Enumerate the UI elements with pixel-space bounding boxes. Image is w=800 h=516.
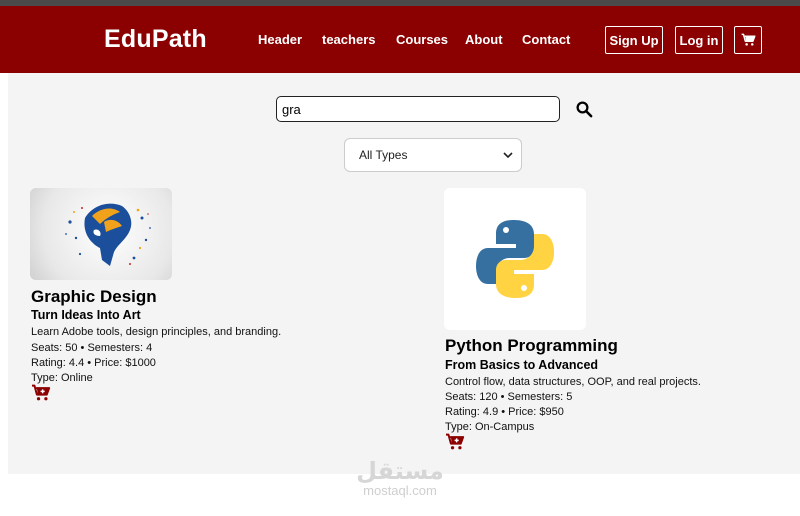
add-to-cart-icon[interactable] [445,433,465,451]
watermark-arabic: مستقل [356,457,444,485]
signup-button[interactable]: Sign Up [605,26,663,54]
course-type: Type: Online [31,372,93,384]
watermark-latin: mostaql.com [363,483,437,498]
nav-link-teachers[interactable]: teachers [322,32,375,47]
course-description: Control flow, data structures, OOP, and … [445,376,701,388]
nav-link-courses[interactable]: Courses [396,32,448,47]
course-seats: Seats: 50 • Semesters: 4 [31,342,153,354]
type-filter-select[interactable]: All Types [344,138,522,172]
course-subtitle: From Basics to Advanced [445,358,599,372]
brand-logo[interactable]: EduPath [104,25,207,54]
search-input[interactable] [276,96,560,122]
course-title: Graphic Design [31,287,157,306]
cart-button[interactable] [734,26,762,54]
nav-link-contact[interactable]: Contact [522,32,570,47]
add-to-cart-icon[interactable] [31,384,51,402]
graphic-design-image [30,188,172,280]
login-button[interactable]: Log in [675,26,723,54]
mostaql-watermark: مستقل mostaql.com [350,458,450,498]
type-filter-value: All Types [359,148,408,162]
course-seats: Seats: 120 • Semesters: 5 [445,391,573,403]
cart-icon [741,33,755,46]
nav-link-header[interactable]: Header [258,32,302,47]
nav-link-about[interactable]: About [465,32,503,47]
course-rating-price: Rating: 4.9 • Price: $950 [445,406,564,418]
course-subtitle: Turn Ideas Into Art [31,308,141,322]
course-title: Python Programming [445,336,618,355]
course-description: Learn Adobe tools, design principles, an… [31,326,282,338]
course-type: Type: On-Campus [445,421,535,433]
python-logo-image [444,188,586,330]
navbar: EduPath Header teachers Courses About Co… [0,6,800,73]
chevron-down-icon [503,152,513,159]
course-rating-price: Rating: 4.4 • Price: $1000 [31,357,156,369]
search-icon[interactable] [575,100,593,118]
